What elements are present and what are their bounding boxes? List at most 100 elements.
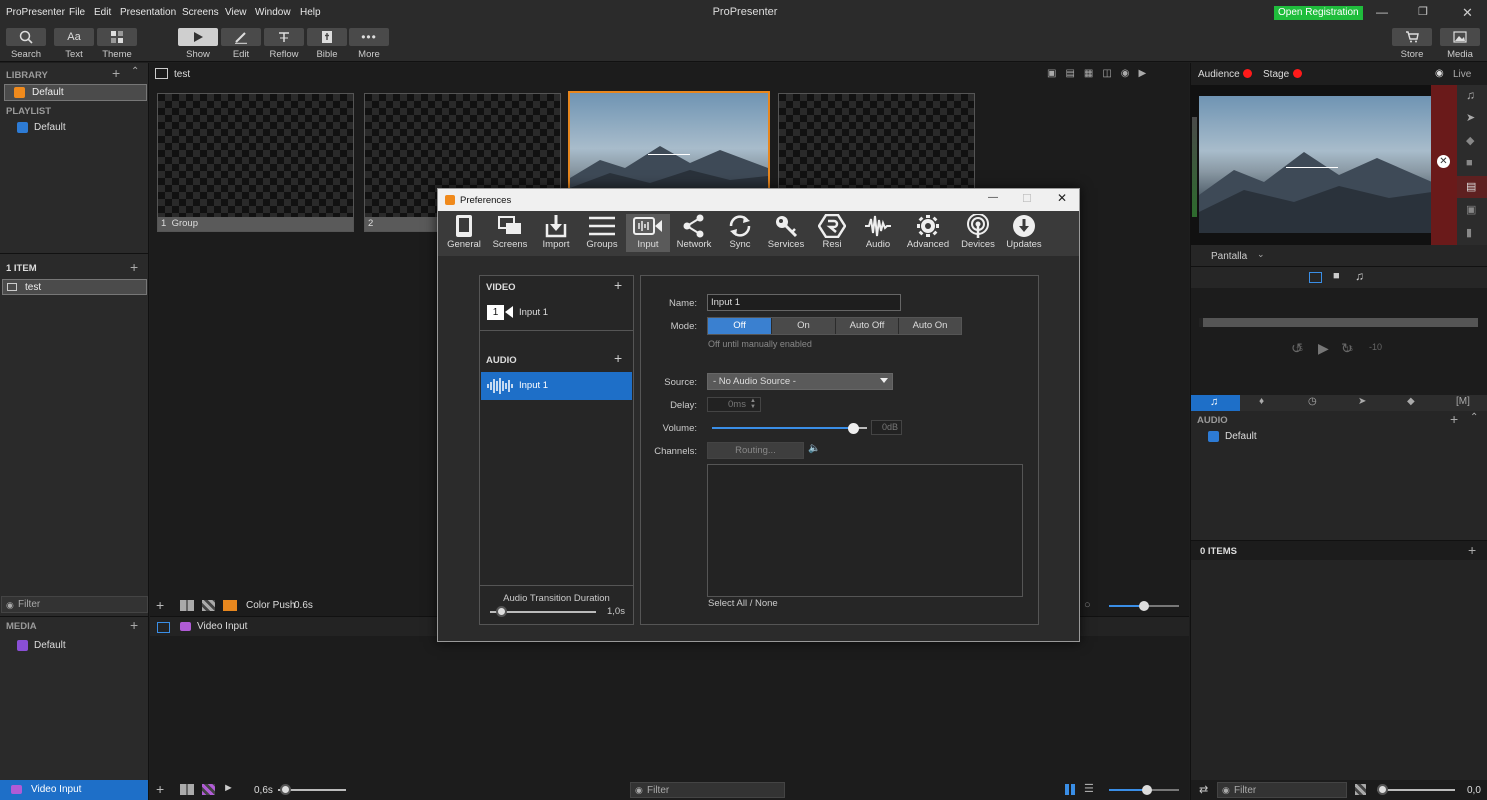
- media-layer-icon[interactable]: ▣: [1466, 203, 1476, 216]
- edit-button[interactable]: Edit: [221, 28, 261, 60]
- dialog-minimize-icon[interactable]: —: [988, 192, 998, 203]
- add-media-item-icon[interactable]: +: [156, 781, 164, 797]
- channels-list[interactable]: [707, 464, 1023, 597]
- shuffle-icon[interactable]: ⇄: [1199, 783, 1208, 796]
- media-filter-input[interactable]: ◉ Filter: [630, 782, 785, 798]
- presentation-item-test[interactable]: test: [2, 279, 147, 295]
- clear-all-icon[interactable]: ✕: [1437, 155, 1450, 168]
- source-dropdown[interactable]: - No Audio Source -: [707, 373, 893, 390]
- dialog-close-icon[interactable]: ✕: [1057, 191, 1067, 205]
- tab-groups[interactable]: Groups: [580, 214, 624, 252]
- minus-ten-label[interactable]: -10: [1369, 342, 1382, 352]
- list-layout-icon[interactable]: ☰: [1084, 782, 1094, 795]
- live-label[interactable]: Live: [1453, 69, 1471, 80]
- add-library-icon[interactable]: +: [112, 65, 120, 81]
- add-media-icon[interactable]: +: [130, 617, 138, 633]
- routing-button[interactable]: Routing...: [707, 442, 804, 459]
- stage-status-dot[interactable]: [1293, 69, 1302, 78]
- collapse-chevron-icon[interactable]: ⌃: [1470, 412, 1478, 423]
- slide-thumbnail[interactable]: 1 Group: [157, 93, 354, 232]
- add-slide-icon[interactable]: +: [156, 597, 164, 613]
- show-button[interactable]: Show: [178, 28, 218, 60]
- audio-input-row-selected[interactable]: Input 1: [481, 372, 632, 400]
- menu-screens[interactable]: Screens: [182, 7, 219, 18]
- playback-progress[interactable]: [1199, 318, 1478, 327]
- props-bin-tab-icon[interactable]: ♦: [1259, 396, 1264, 407]
- grid-layout-icon[interactable]: [1065, 784, 1076, 795]
- menu-presentation[interactable]: Presentation: [120, 7, 176, 18]
- mode-auto-on-button[interactable]: Auto On: [899, 318, 961, 334]
- chevron-down-icon[interactable]: ⌄: [1257, 249, 1265, 260]
- reflow-button[interactable]: Reflow: [264, 28, 304, 60]
- audience-status-dot[interactable]: [1243, 69, 1252, 78]
- media-slider-handle[interactable]: [280, 784, 291, 795]
- mode-auto-off-button[interactable]: Auto Off: [836, 318, 899, 334]
- audio-bin-tab-icon[interactable]: ♫: [1210, 396, 1218, 408]
- media-item-default[interactable]: Default: [4, 638, 147, 655]
- media-zoom-handle[interactable]: [1142, 785, 1152, 795]
- open-registration-button[interactable]: Open Registration: [1274, 6, 1363, 20]
- tab-network[interactable]: Network: [672, 214, 716, 252]
- select-all-none-link[interactable]: Select All / None: [708, 598, 778, 609]
- announcement-tab-icon[interactable]: ■: [1333, 270, 1340, 282]
- tab-screens[interactable]: Screens: [488, 214, 532, 252]
- zoom-icon[interactable]: ○: [1084, 599, 1091, 611]
- menu-edit[interactable]: Edit: [94, 7, 111, 18]
- theme-button[interactable]: Theme: [97, 28, 137, 60]
- grid-view-icon[interactable]: [180, 600, 194, 611]
- library-item-default[interactable]: Default: [4, 84, 147, 101]
- delay-input[interactable]: 0ms ▲ ▼: [707, 397, 761, 412]
- store-button[interactable]: Store: [1392, 28, 1432, 60]
- video-layer-icon[interactable]: ▮: [1466, 226, 1472, 239]
- audio-layer-icon[interactable]: ♫: [1466, 88, 1475, 102]
- volume-slider-handle[interactable]: [848, 423, 859, 434]
- play-next-icon[interactable]: ►: [223, 782, 234, 794]
- add-presentation-icon[interactable]: +: [130, 259, 138, 275]
- tab-advanced[interactable]: Advanced: [906, 214, 950, 252]
- add-video-input-icon[interactable]: +: [614, 277, 622, 293]
- text-button[interactable]: Aa Text: [54, 28, 94, 60]
- media-bin-icon[interactable]: [157, 622, 170, 633]
- minimize-icon[interactable]: —: [1376, 5, 1388, 19]
- audio-volume-handle[interactable]: [1377, 784, 1388, 795]
- tab-input[interactable]: Input: [626, 214, 670, 252]
- transition-none-icon[interactable]: [202, 600, 215, 611]
- macros-bin-tab-icon[interactable]: [M]: [1456, 396, 1470, 407]
- audio-transition-icon[interactable]: [1355, 784, 1366, 795]
- menu-help[interactable]: Help: [300, 7, 321, 18]
- close-icon[interactable]: ✕: [1462, 5, 1473, 21]
- tab-updates[interactable]: Updates: [1002, 214, 1046, 252]
- screen-selector[interactable]: Pantalla: [1211, 251, 1247, 262]
- video-input-selected[interactable]: Video Input: [0, 780, 148, 800]
- speaker-icon[interactable]: 🔈: [808, 443, 820, 454]
- tab-audio[interactable]: Audio: [856, 214, 900, 252]
- add-audio-icon[interactable]: +: [1468, 542, 1476, 558]
- slide-tab-icon[interactable]: [1309, 272, 1322, 283]
- more-button[interactable]: ••• More: [349, 28, 389, 60]
- menu-file[interactable]: File: [69, 7, 85, 18]
- announce-bin-tab-icon[interactable]: ➤: [1358, 396, 1366, 407]
- color-push-icon[interactable]: [223, 600, 237, 611]
- audio-volume-slider[interactable]: [1377, 789, 1455, 791]
- audio-tab-icon[interactable]: ♫: [1355, 269, 1364, 283]
- zoom-slider-handle[interactable]: [1139, 601, 1149, 611]
- mode-off-button[interactable]: Off: [708, 318, 772, 334]
- audio-filter-input[interactable]: ◉ Filter: [1217, 782, 1347, 798]
- search-button[interactable]: Search: [6, 28, 46, 60]
- tab-services[interactable]: Services: [764, 214, 808, 252]
- playlist-item-default[interactable]: Default: [4, 120, 147, 137]
- announcement-layer-icon[interactable]: ➤: [1466, 111, 1475, 124]
- library-filter-input[interactable]: ◉ Filter: [1, 596, 148, 613]
- slide-layer-icon[interactable]: ▤: [1466, 180, 1476, 193]
- layers-bin-tab-icon[interactable]: ◆: [1407, 396, 1415, 407]
- maximize-icon[interactable]: ❐: [1418, 5, 1428, 18]
- timer-bin-tab-icon[interactable]: ◷: [1308, 396, 1317, 407]
- grid-view-icon[interactable]: [180, 784, 194, 795]
- delay-stepper-icon[interactable]: ▲ ▼: [750, 398, 756, 410]
- audio-transition-handle[interactable]: [496, 606, 507, 617]
- menu-view[interactable]: View: [225, 7, 247, 18]
- bible-button[interactable]: Bible: [307, 28, 347, 60]
- name-input[interactable]: Input 1: [707, 294, 901, 311]
- tab-import[interactable]: Import: [534, 214, 578, 252]
- tab-sync[interactable]: Sync: [718, 214, 762, 252]
